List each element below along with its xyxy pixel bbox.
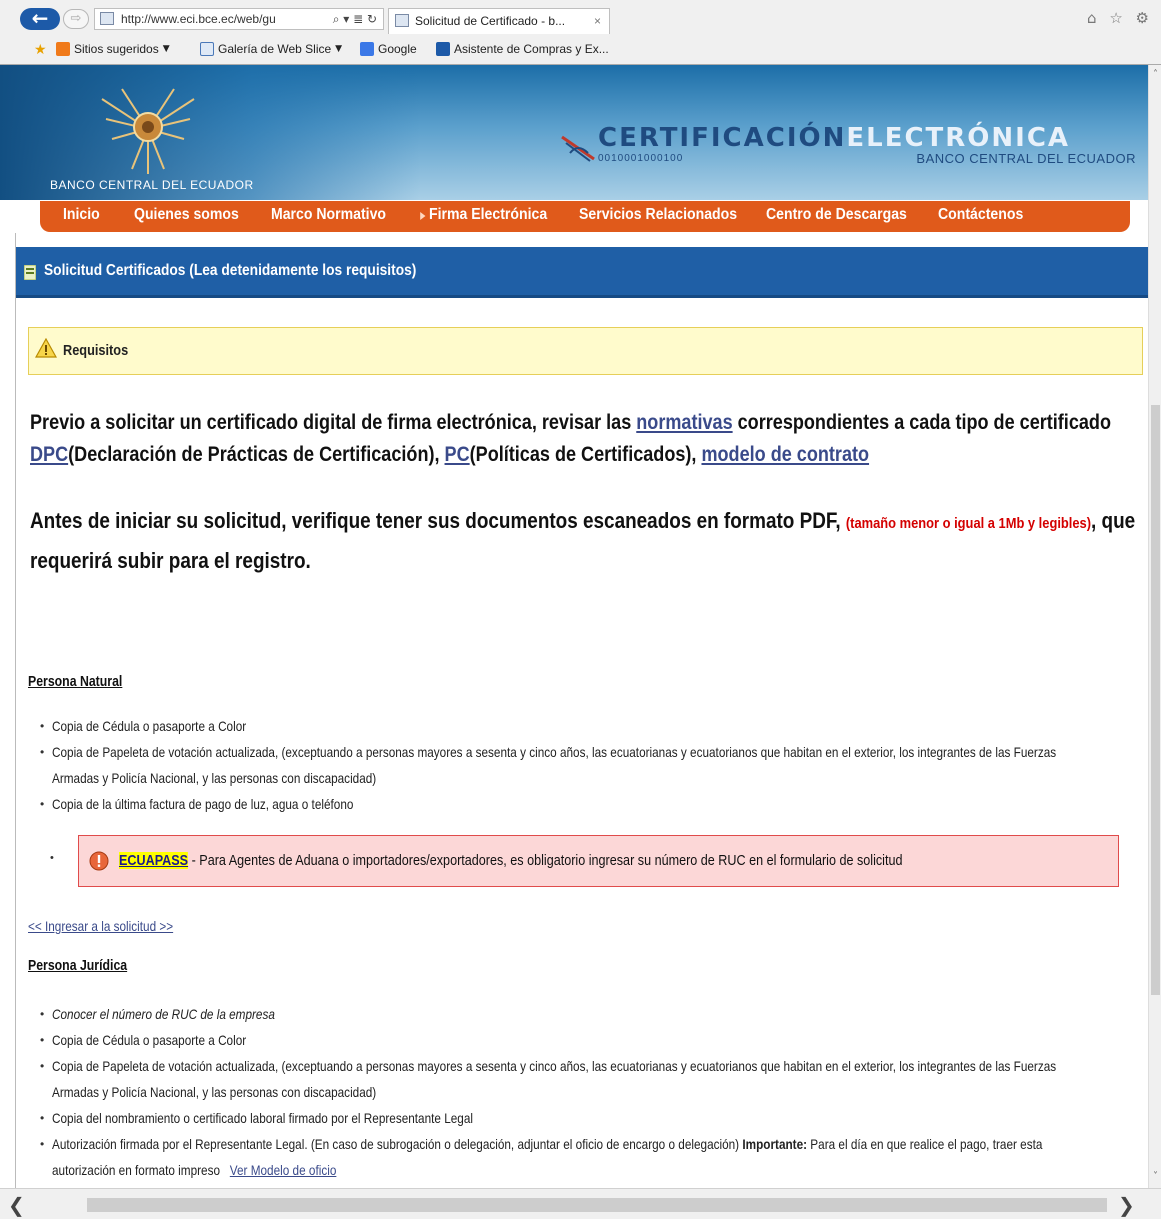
menu-item-contactenos[interactable]: Contáctenos (938, 206, 1023, 224)
cert-title: CERTIFICACIÓNELECTRÓNICA (598, 123, 1071, 153)
suggested-sites-icon (56, 42, 70, 56)
shopping-assistant-icon (436, 42, 450, 56)
ecuapass-alert: ECUAPASS - Para Agentes de Aduana o impo… (78, 835, 1119, 887)
menu-item-centro-descargas[interactable]: Centro de Descargas (766, 206, 907, 224)
back-button[interactable]: ← (20, 8, 60, 30)
tab-favicon-icon (395, 14, 409, 27)
list-item-continuation: autorización en formato impreso Ver Mode… (52, 1162, 337, 1178)
browser-chrome: ← ⇨ http://www.eci.bce.ec/web/gu ⌕ ▾ ≣ ↻… (0, 0, 1161, 64)
bank-name-left: BANCO CENTRAL DEL ECUADOR (50, 178, 254, 192)
scroll-right-icon[interactable]: ❯ (1118, 1193, 1135, 1217)
url-text: http://www.eci.bce.ec/web/gu (121, 12, 276, 26)
modelo-contrato-link[interactable]: modelo de contrato (701, 443, 869, 466)
browser-tab-active[interactable]: Solicitud de Certificado - b... × (388, 8, 610, 34)
menu-item-firma-electronica[interactable]: Firma Electrónica (420, 206, 547, 224)
normativas-link[interactable]: normativas (636, 411, 732, 434)
condor-emblem-icon (101, 88, 195, 174)
list-item-continuation: Armadas y Policía Nacional, y las person… (52, 1084, 377, 1100)
menu-item-servicios-relacionados[interactable]: Servicios Relacionados (579, 206, 737, 224)
home-favorites-settings-icon[interactable]: ⌂ ☆ ⚙ (1087, 9, 1153, 27)
chevron-down-icon: ▼ (162, 44, 170, 54)
ingresar-solicitud-link-natural[interactable]: << Ingresar a la solicitud >> (28, 918, 173, 934)
dpc-link[interactable]: DPC (30, 443, 68, 466)
google-icon (360, 42, 374, 56)
certification-logo[interactable]: CERTIFICACIÓNELECTRÓNICA 0010001000100 B… (560, 123, 1140, 173)
tab-close-icon[interactable]: × (594, 9, 601, 33)
main-menu: Inicio Quienes somos Marco Normativo Fir… (40, 201, 1130, 232)
section-header: Solicitud Certificados (Lea detenidament… (16, 247, 1149, 298)
menu-item-quienes-somos[interactable]: Quienes somos (134, 206, 239, 224)
scan-note-paragraph: Antes de iniciar su solicitud, verifique… (30, 508, 1136, 573)
warning-icon (35, 338, 57, 358)
horizontal-scroll-thumb[interactable] (87, 1198, 1107, 1212)
fav-suggested-sites[interactable]: Sitios sugeridos ▼ (56, 42, 170, 56)
cert-binary-text: 0010001000100 (598, 153, 684, 164)
forward-button[interactable]: ⇨ (63, 9, 89, 29)
section-header-title: Solicitud Certificados (Lea detenidament… (44, 262, 417, 279)
scroll-left-icon[interactable]: ❮ (8, 1193, 25, 1217)
list-item: • Copia de Cédula o pasaporte a Color (40, 718, 247, 734)
tab-title: Solicitud de Certificado - b... (415, 14, 566, 28)
list-item: • Copia del nombramiento o certificado la… (40, 1110, 473, 1126)
horizontal-scrollbar[interactable]: ❮ ❯ (0, 1188, 1161, 1219)
list-item: • Copia de Papeleta de votación actualiza… (40, 744, 1057, 760)
web-slice-icon (200, 42, 214, 56)
persona-juridica-title: Persona Jurídica (28, 957, 128, 974)
list-item: • Autorización firmada por el Representan… (40, 1136, 1043, 1152)
certificate-mark-icon (561, 135, 595, 162)
requirements-notice: Requisitos (28, 327, 1143, 375)
favorites-star-icon[interactable]: ★ (34, 42, 47, 58)
main-content: Solicitud Certificados (Lea detenidament… (15, 233, 1149, 1188)
menu-item-inicio[interactable]: Inicio (63, 206, 100, 224)
list-item: • Copia de Papeleta de votación actualiza… (40, 1058, 1057, 1074)
file-size-note: (tamaño menor o igual a 1Mb y legibles) (845, 515, 1092, 532)
address-bar[interactable]: http://www.eci.bce.ec/web/gu ⌕ ▾ ≣ ↻ (94, 8, 384, 30)
site-header-banner: BANCO CENTRAL DEL ECUADOR CERTIFICACIÓNE… (0, 65, 1148, 200)
requirements-label: Requisitos (63, 342, 129, 359)
list-item: • Copia de Cédula o pasaporte a Color (40, 1032, 247, 1048)
pc-link[interactable]: PC (445, 443, 470, 466)
chevron-down-icon: ▼ (335, 44, 343, 54)
persona-natural-list: • Copia de Cédula o pasaporte a Color • Co… (40, 713, 1140, 817)
navigation-row: ← ⇨ http://www.eci.bce.ec/web/gu ⌕ ▾ ≣ ↻… (0, 0, 1161, 36)
persona-natural-title: Persona Natural (28, 673, 123, 690)
persona-juridica-list: • Conocer el número de RUC de la empresa … (40, 1001, 1140, 1183)
menu-item-marco-normativo[interactable]: Marco Normativo (271, 206, 386, 224)
list-item: • Conocer el número de RUC de la empresa (40, 1006, 275, 1022)
ecuapass-alert-row: • ECUAPASS - Para Agentes de Aduana o im… (46, 835, 1126, 887)
list-item: • Copia de la última factura de pago de l… (40, 796, 354, 812)
scroll-down-icon[interactable]: ˅ (1151, 1171, 1160, 1183)
vertical-scroll-thumb[interactable] (1151, 405, 1160, 995)
ver-modelo-oficio-link[interactable]: Ver Modelo de oficio (230, 1162, 337, 1178)
cert-bank-name: BANCO CENTRAL DEL ECUADOR (916, 151, 1136, 166)
error-icon (89, 851, 109, 871)
fav-google[interactable]: Google (360, 42, 417, 56)
ecuapass-text: ECUAPASS - Para Agentes de Aduana o impo… (119, 852, 903, 869)
site-favicon-icon (100, 12, 114, 25)
vertical-scrollbar[interactable]: ˄ ˅ (1148, 65, 1161, 1188)
scroll-up-icon[interactable]: ˄ (1151, 69, 1160, 81)
document-icon (24, 265, 36, 280)
list-item-continuation: Armadas y Policía Nacional, y las person… (52, 770, 377, 786)
ecuapass-link[interactable]: ECUAPASS (119, 852, 189, 869)
address-tools-icon[interactable]: ⌕ ▾ ≣ ↻ (333, 9, 377, 29)
favorites-bar: ★ Sitios sugeridos ▼ Galería de Web Slic… (0, 38, 1161, 62)
fav-web-slice-gallery[interactable]: Galería de Web Slice ▼ (200, 42, 342, 56)
fav-shopping-assistant[interactable]: Asistente de Compras y Ex... (436, 42, 609, 56)
page-viewport: BANCO CENTRAL DEL ECUADOR CERTIFICACIÓNE… (0, 64, 1161, 1188)
intro-paragraph: Previo a solicitar un certificado digita… (30, 411, 1111, 466)
